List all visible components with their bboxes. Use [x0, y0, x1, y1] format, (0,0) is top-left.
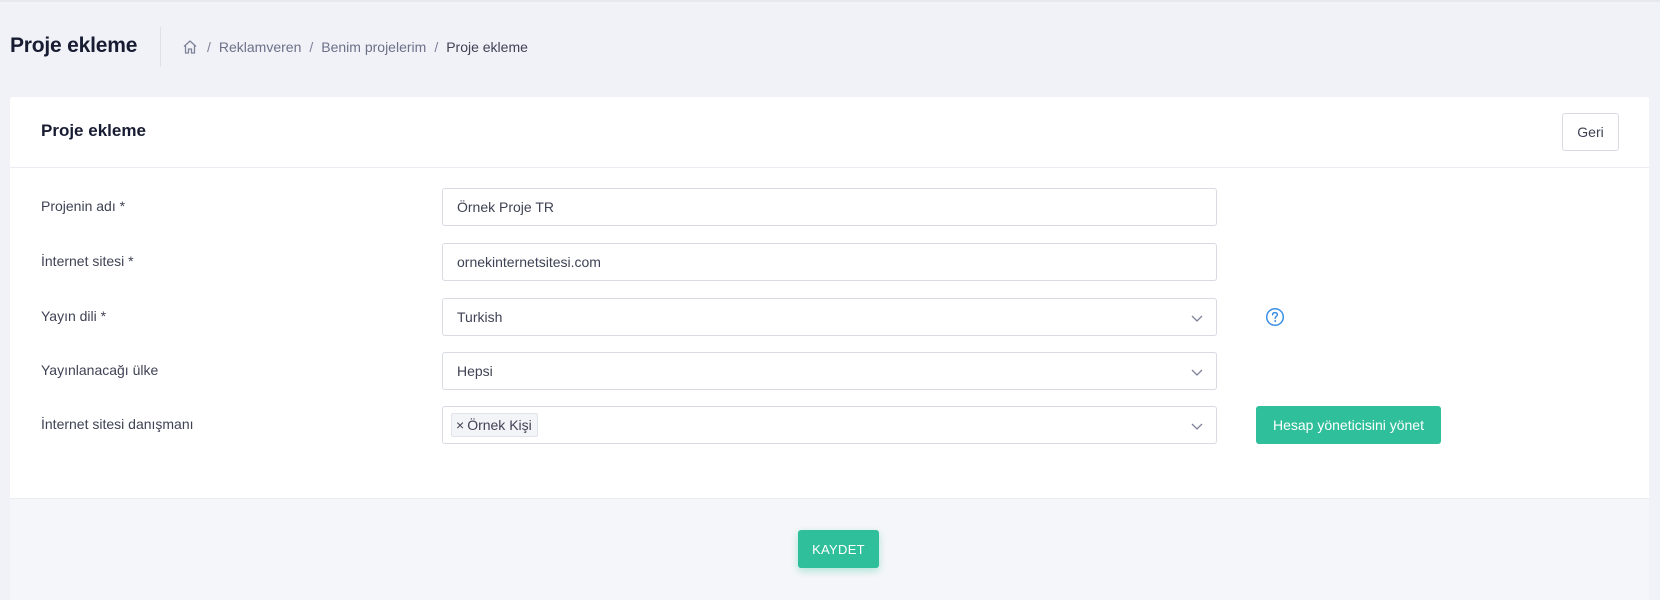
consultant-multiselect[interactable]: × Örnek Kişi: [442, 406, 1217, 444]
form-row-website: İnternet sitesi *: [10, 243, 1649, 281]
project-name-input[interactable]: [457, 189, 1216, 225]
subheader: Proje ekleme / Reklamveren / Benim proje…: [0, 0, 1660, 96]
project-form-card: Proje ekleme Geri Projenin adı * İnterne…: [10, 97, 1649, 600]
page-edge: [1649, 97, 1660, 600]
consultant-label: İnternet sitesi danışmanı: [41, 416, 194, 432]
country-selected-value: Hepsi: [457, 363, 493, 379]
language-label: Yayın dili *: [41, 308, 107, 324]
project-name-label: Projenin adı *: [41, 198, 126, 214]
home-icon[interactable]: [181, 38, 199, 56]
breadcrumb-separator: /: [207, 39, 211, 55]
form-row-language: Yayın dili * Turkish: [10, 298, 1649, 336]
breadcrumb-item-projects[interactable]: Benim projelerim: [321, 39, 426, 55]
project-name-field[interactable]: [442, 188, 1217, 226]
country-select[interactable]: Hepsi: [442, 352, 1217, 390]
breadcrumb-separator: /: [434, 39, 439, 55]
website-field[interactable]: [442, 243, 1217, 281]
card-title: Proje ekleme: [41, 121, 146, 140]
breadcrumb-item-current: Proje ekleme: [446, 39, 528, 55]
website-input[interactable]: [457, 244, 1216, 280]
form-row-project-name: Projenin adı *: [10, 188, 1649, 226]
manage-account-manager-button[interactable]: Hesap yöneticisini yönet: [1256, 406, 1441, 444]
page-title: Proje ekleme: [10, 34, 138, 57]
language-selected-value: Turkish: [457, 309, 503, 325]
card-header: Proje ekleme Geri: [10, 97, 1649, 168]
selected-tag-label: Örnek Kişi: [467, 417, 532, 433]
subheader-divider: [160, 27, 161, 67]
chevron-down-icon: [1190, 365, 1204, 379]
question-circle-icon[interactable]: [1265, 307, 1285, 327]
back-button[interactable]: Geri: [1562, 113, 1619, 151]
website-label: İnternet sitesi *: [41, 253, 134, 269]
chevron-down-icon: [1190, 419, 1204, 433]
breadcrumb-separator: /: [309, 39, 314, 55]
card-footer: KAYDET: [10, 498, 1649, 600]
form-row-consultant: İnternet sitesi danışmanı × Örnek Kişi H…: [10, 406, 1649, 444]
breadcrumb: / Reklamveren / Benim projelerim / Proje…: [181, 38, 528, 56]
close-icon[interactable]: ×: [456, 417, 464, 433]
breadcrumb-item-reklamveren[interactable]: Reklamveren: [219, 39, 301, 55]
selected-tag: × Örnek Kişi: [451, 413, 538, 437]
country-label: Yayınlanacağı ülke: [41, 362, 159, 378]
chevron-down-icon: [1190, 311, 1204, 325]
save-button[interactable]: KAYDET: [798, 530, 879, 568]
form-row-country: Yayınlanacağı ülke Hepsi: [10, 352, 1649, 390]
language-select[interactable]: Turkish: [442, 298, 1217, 336]
